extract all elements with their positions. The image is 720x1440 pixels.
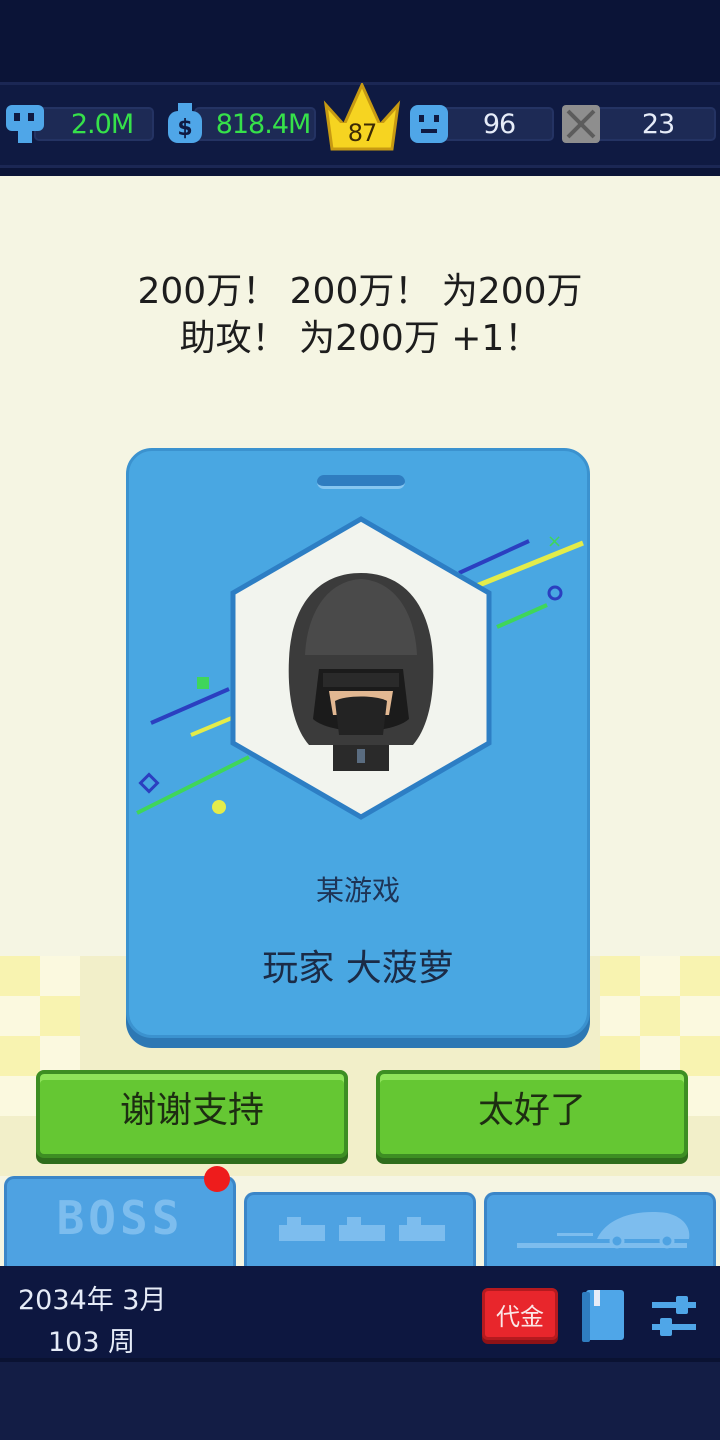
tab-travel[interactable]	[484, 1192, 716, 1268]
items-value: 23	[641, 109, 675, 140]
card-player-name: 玩家 大菠萝	[262, 948, 454, 989]
money-value: 818.4M	[215, 109, 312, 140]
money-stat[interactable]: $ 818.4M	[164, 103, 316, 145]
svg-text:×: ×	[547, 531, 562, 552]
great-button[interactable]: 太好了	[376, 1070, 688, 1158]
bottom-strip	[0, 1358, 720, 1440]
level-stat[interactable]: 87	[322, 83, 402, 153]
fan-icon	[6, 105, 44, 143]
headline-line-1: 200万！ 200万！ 为200万	[137, 271, 583, 312]
employees-value: 96	[482, 109, 516, 140]
notification-dot	[204, 1166, 230, 1192]
thanks-button[interactable]: 谢谢支持	[36, 1070, 348, 1158]
headline-line-2: 助攻！ 为200万 +1！	[179, 318, 541, 359]
book-icon[interactable]	[580, 1288, 628, 1344]
date-label: 2034年 3月	[18, 1285, 167, 1316]
week-label: 103 周	[48, 1327, 136, 1358]
voucher-button[interactable]: 代金	[482, 1288, 558, 1340]
team-icon	[279, 1217, 445, 1241]
bottom-tabs: BOSS	[0, 1166, 720, 1268]
items-stat[interactable]: 23	[560, 103, 716, 145]
employees-stat[interactable]: 96	[408, 103, 554, 145]
fans-value: 2.0M	[70, 109, 134, 140]
fans-stat[interactable]: 2.0M	[4, 103, 154, 145]
hooded-player-avatar	[288, 573, 434, 771]
stat-bar: 2.0M $ 818.4M 87 96 23	[0, 82, 720, 168]
bottom-bar: 2034年 3月 103 周 代金	[0, 1266, 720, 1358]
settings-sliders-icon[interactable]	[650, 1294, 698, 1338]
player-id-card: × 某游戏 玩家 大菠萝	[126, 448, 590, 1038]
headline: 200万！ 200万！ 为200万 助攻！ 为200万 +1！	[0, 268, 720, 362]
tab-boss-label: BOSS	[56, 1191, 184, 1245]
card-company: 某游戏	[315, 874, 400, 907]
car-icon	[517, 1212, 690, 1249]
svg-text:$: $	[177, 116, 192, 141]
tab-team[interactable]	[244, 1192, 476, 1268]
voucher-label: 代金	[496, 1303, 544, 1331]
tab-boss[interactable]: BOSS	[4, 1176, 236, 1268]
crossed-box-icon	[562, 105, 600, 143]
level-value: 87	[347, 119, 378, 147]
money-bag-icon: $	[168, 103, 202, 143]
